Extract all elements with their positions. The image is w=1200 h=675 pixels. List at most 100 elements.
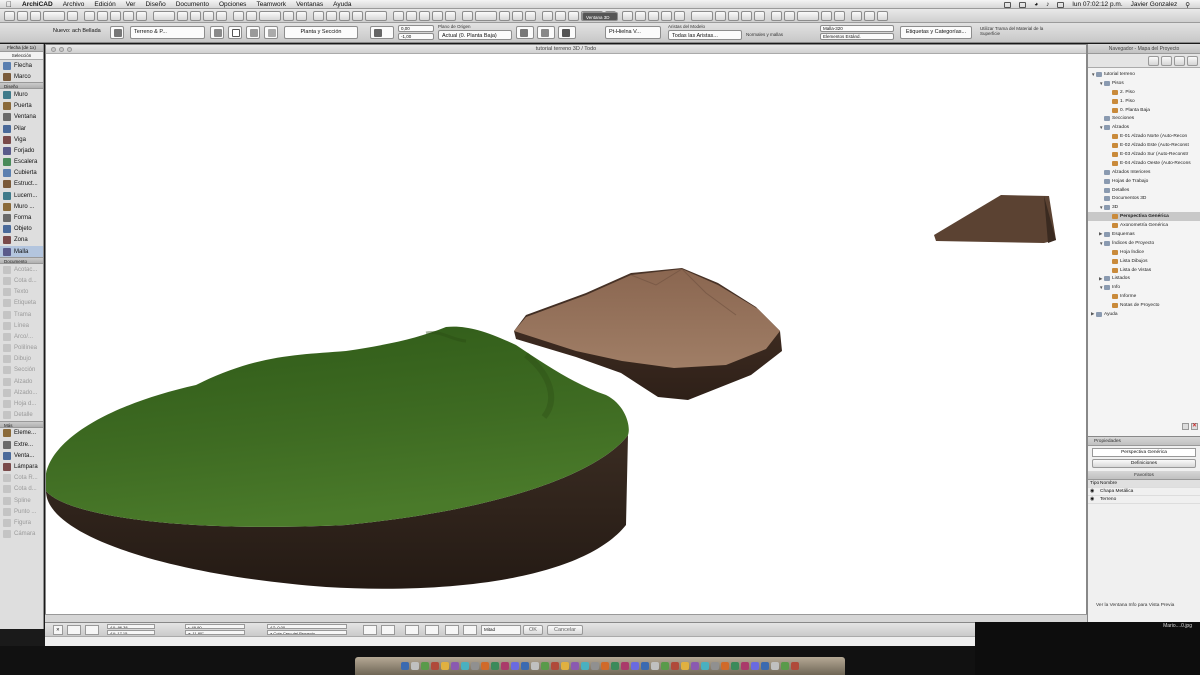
toolbar-button-icon[interactable] [661,11,672,21]
tree-item[interactable]: Notas de Proyecto [1088,301,1200,310]
dock-app-icon[interactable] [751,662,759,670]
toolbar-button-icon[interactable] [555,11,566,21]
layout-book-tab-icon[interactable] [1174,56,1185,66]
tree-item[interactable]: ▼ Pisos [1088,79,1200,88]
snap-mode-select[interactable]: Mitad [481,625,521,635]
tool-item[interactable]: Venta... [0,450,43,461]
close-icon[interactable] [51,47,56,52]
dock-app-icon[interactable] [661,662,669,670]
toolbar-button-icon[interactable] [445,11,456,21]
tool-item[interactable]: Malla [0,246,43,258]
tool-item[interactable]: Marco [0,71,43,82]
toolbar-button-icon[interactable] [877,11,888,21]
tool-item[interactable]: Zona [0,235,43,246]
dock-app-icon[interactable] [461,662,469,670]
rect-icon[interactable] [228,26,242,39]
toolbar-button-icon[interactable] [462,11,473,21]
tool-item[interactable]: Detalle [0,410,43,421]
radius-field[interactable]: r: 49,90 [185,624,245,629]
minimize-icon[interactable] [59,47,64,52]
dock-app-icon[interactable] [641,662,649,670]
tree-item[interactable]: Perspectiva Genérica [1088,212,1200,222]
properties-header[interactable]: Propiedades [1088,437,1200,446]
tree-item[interactable]: Alzados Interiores [1088,168,1200,177]
menu-ayuda[interactable]: Ayuda [333,1,351,8]
battery-icon[interactable] [1057,1,1065,8]
tool-item[interactable]: Sección [0,365,43,376]
toolbar-button-icon[interactable] [864,11,875,21]
dock-app-icon[interactable] [591,662,599,670]
tool-item[interactable]: Cota d... [0,484,43,495]
tree-item[interactable]: Lista Dibujos [1088,257,1200,266]
tool-item[interactable]: Cubierta [0,168,43,179]
tree-item[interactable]: E-03 Alzado Sur (Auto-Reconstr [1088,150,1200,159]
wifi-icon[interactable]: ◕ [1034,1,1038,8]
toolbar-button-icon[interactable] [153,11,175,21]
terrain-mesh-green[interactable] [46,326,629,589]
toolbar-button-icon[interactable] [283,11,294,21]
toolbar-button-icon[interactable] [499,11,510,21]
toolbar-button-icon[interactable] [84,11,95,21]
toolbar-button-icon[interactable] [393,11,404,21]
toolbar-button-icon[interactable] [475,11,497,21]
tree-item[interactable]: 0. Planta Baja [1088,106,1200,115]
col-name[interactable]: Nombre [1100,481,1117,486]
toolbar-button-icon[interactable] [339,11,350,21]
tool-item[interactable]: Estruct... [0,179,43,190]
status-icon[interactable] [1019,1,1027,8]
toolbar-button-icon[interactable] [568,11,579,21]
toolbox-section[interactable]: Documento [0,257,43,265]
dock-app-icon[interactable] [491,662,499,670]
line-type-icon[interactable] [516,26,534,39]
toolbar-button-icon[interactable] [246,11,257,21]
tool-item[interactable]: Cota d... [0,275,43,286]
dock-app-icon[interactable] [761,662,769,670]
3d-window[interactable]: tutorial terreno 3D / Todo [45,44,1087,621]
tree-item[interactable]: ▼ Alzados [1088,123,1200,132]
tree-item[interactable]: Hojas de Trabajo [1088,177,1200,186]
definitions-button[interactable]: Definiciones [1092,459,1196,468]
publisher-tab-icon[interactable] [1187,56,1198,66]
toolbox-section[interactable]: Más [0,420,43,428]
menu-documento[interactable]: Documento [176,1,209,8]
poly-icon[interactable] [246,26,260,39]
dock-app-icon[interactable] [411,662,419,670]
toolbar-button-icon[interactable] [715,11,726,21]
tool-item[interactable]: Muro ... [0,201,43,212]
menu-ventanas[interactable]: Ventanas [296,1,323,8]
elevation-bottom-field[interactable]: -1,00 [398,33,434,40]
toolbar-button-icon[interactable] [851,11,862,21]
delta-x-field[interactable]: ΔX: 96,38 [107,624,155,629]
dock-app-icon[interactable] [771,662,779,670]
tool-item[interactable]: Acotac... [0,264,43,275]
tree-item[interactable]: Detalles [1088,186,1200,195]
tool-item[interactable]: Viga [0,134,43,145]
favorites-header[interactable]: Favoritos [1088,471,1200,480]
dock-app-icon[interactable] [601,662,609,670]
toolbar-button-icon[interactable] [674,11,685,21]
tool-item[interactable]: Alzado... [0,387,43,398]
toolbar-button-icon[interactable] [326,11,337,21]
volume-icon[interactable]: ♪ [1046,1,1049,8]
toolbar-button-icon[interactable] [542,11,553,21]
edge-type-icon[interactable] [537,26,555,39]
pen-icon[interactable] [210,26,224,39]
close-icon[interactable]: ✕ [1191,423,1198,430]
tool-item[interactable]: Spline [0,495,43,506]
tool-item[interactable]: Cota R... [0,473,43,484]
toolbar-button-icon[interactable] [352,11,363,21]
elevation-top-field[interactable]: 0,00 [398,25,434,32]
tool-item[interactable]: Polilínea [0,343,43,354]
tool-item[interactable]: Arco/... [0,331,43,342]
menu-archivo[interactable]: Archivo [63,1,85,8]
dock-app-icon[interactable] [621,662,629,670]
dock-app-icon[interactable] [501,662,509,670]
dock-app-icon[interactable] [571,662,579,670]
toolbar-button-icon[interactable] [741,11,752,21]
menu-edicion[interactable]: Edición [94,1,115,8]
tree-item[interactable]: Axonometría Genérica [1088,221,1200,230]
view-3d-label[interactable]: Ventana 3D [582,12,618,21]
menu-clock[interactable]: lun 07:02:12 p.m. [1072,1,1122,8]
tool-item[interactable]: Figura [0,517,43,528]
dock-app-icon[interactable] [531,662,539,670]
